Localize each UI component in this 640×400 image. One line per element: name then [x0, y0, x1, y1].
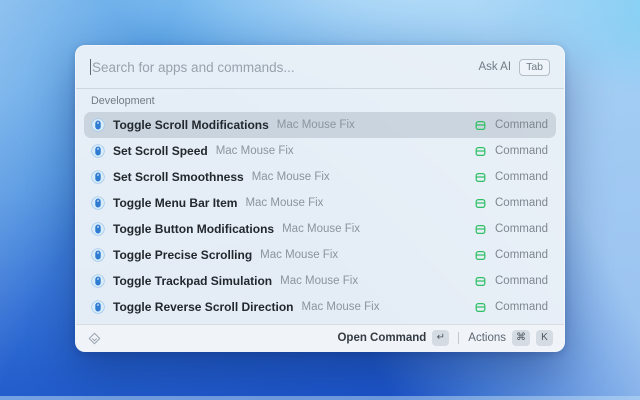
command-title: Set Scroll Smoothness [113, 170, 244, 184]
ask-ai-label[interactable]: Ask AI [478, 61, 511, 73]
command-subtitle: Mac Mouse Fix [216, 145, 294, 157]
command-type-label: Command [495, 119, 549, 131]
search-hints: Ask AI Tab [478, 59, 550, 76]
mac-mouse-fix-app-icon [91, 144, 105, 158]
mac-mouse-fix-app-icon [91, 170, 105, 184]
command-key-badge: ⌘ [512, 330, 530, 346]
command-title: Toggle Trackpad Simulation [113, 274, 272, 288]
command-type-icon [474, 223, 487, 236]
command-type-label: Command [495, 223, 549, 235]
command-subtitle: Mac Mouse Fix [252, 171, 330, 183]
mac-mouse-fix-app-icon [91, 248, 105, 262]
list-item[interactable]: Toggle Reverse Scroll Direction Mac Mous… [84, 294, 556, 320]
mac-mouse-fix-app-icon [91, 196, 105, 210]
open-command-button[interactable]: Open Command [337, 332, 426, 344]
k-key-badge: K [536, 330, 553, 346]
list-item[interactable]: Toggle Precise Scrolling Mac Mouse Fix C… [84, 242, 556, 268]
command-subtitle: Mac Mouse Fix [282, 223, 360, 235]
return-key-badge: ↵ [432, 330, 449, 346]
command-type-icon [474, 275, 487, 288]
footer-divider [458, 332, 459, 344]
raycast-logo-icon [87, 331, 102, 346]
command-type-icon [474, 197, 487, 210]
mac-mouse-fix-app-icon [91, 118, 105, 132]
command-title: Set Scroll Speed [113, 144, 208, 158]
list-item[interactable]: Set Scroll Smoothness Mac Mouse Fix Comm… [84, 164, 556, 190]
command-type-label: Command [495, 301, 549, 313]
search-input[interactable] [91, 60, 478, 75]
command-type-icon [474, 301, 487, 314]
command-type-icon [474, 249, 487, 262]
command-subtitle: Mac Mouse Fix [260, 249, 338, 261]
command-title: Toggle Menu Bar Item [113, 196, 237, 210]
actions-button[interactable]: Actions [468, 332, 506, 344]
command-subtitle: Mac Mouse Fix [277, 119, 355, 131]
command-title: Toggle Button Modifications [113, 222, 274, 236]
command-type-icon [474, 119, 487, 132]
raycast-launcher-window: Ask AI Tab Development Toggle Scroll Mod… [75, 45, 565, 352]
command-title: Toggle Scroll Modifications [113, 118, 269, 132]
command-subtitle: Mac Mouse Fix [302, 301, 380, 313]
command-type-label: Command [495, 275, 549, 287]
command-subtitle: Mac Mouse Fix [245, 197, 323, 209]
footer-actions: Open Command ↵ Actions ⌘ K [337, 330, 553, 346]
command-type-icon [474, 145, 487, 158]
search-bar: Ask AI Tab [76, 46, 564, 89]
command-title: Toggle Reverse Scroll Direction [113, 300, 294, 314]
mac-mouse-fix-app-icon [91, 274, 105, 288]
command-list: Development Toggle Scroll Modifications … [76, 89, 564, 324]
list-item[interactable]: Toggle Button Modifications Mac Mouse Fi… [84, 216, 556, 242]
command-type-label: Command [495, 197, 549, 209]
command-type-label: Command [495, 145, 549, 157]
section-header-development: Development [84, 89, 556, 112]
tab-key-badge: Tab [519, 59, 550, 76]
list-item[interactable]: Set Scroll Speed Mac Mouse Fix Command [84, 138, 556, 164]
footer-bar: Open Command ↵ Actions ⌘ K [76, 324, 564, 351]
list-item[interactable]: Toggle Scroll Modifications Mac Mouse Fi… [84, 112, 556, 138]
list-item[interactable]: Toggle Trackpad Simulation Mac Mouse Fix… [84, 268, 556, 294]
command-type-label: Command [495, 249, 549, 261]
list-item[interactable]: Toggle Menu Bar Item Mac Mouse Fix Comma… [84, 190, 556, 216]
command-subtitle: Mac Mouse Fix [280, 275, 358, 287]
mac-mouse-fix-app-icon [91, 300, 105, 314]
command-rows: Toggle Scroll Modifications Mac Mouse Fi… [84, 112, 556, 320]
mac-mouse-fix-app-icon [91, 222, 105, 236]
command-type-icon [474, 171, 487, 184]
command-title: Toggle Precise Scrolling [113, 248, 252, 262]
command-type-label: Command [495, 171, 549, 183]
